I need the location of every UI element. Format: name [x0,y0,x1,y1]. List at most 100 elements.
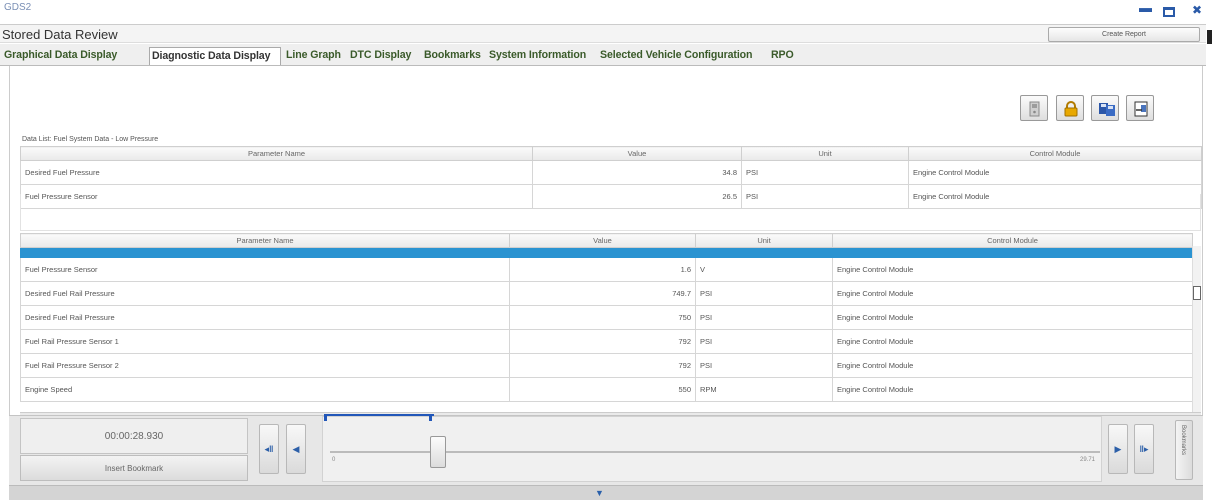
bottom-parameter-table: Parameter Name Value Unit Control Module… [20,233,1193,402]
cell-unit: PSI [695,281,833,306]
step-forward-icon: ▶ [1114,444,1122,454]
insert-bookmark-button[interactable]: Insert Bookmark [20,455,248,481]
cell-parameter [20,247,510,258]
table-row[interactable]: Fuel Rail Pressure Sensor 2 792 PSI Engi… [20,353,1193,378]
device-button[interactable] [1020,95,1048,121]
chevron-down-icon[interactable]: ▼ [595,488,604,498]
cell-module [832,247,1193,258]
cell-module: Engine Control Module [832,353,1193,378]
cell-parameter: Desired Fuel Rail Pressure [20,281,510,306]
cell-value: 792 [509,353,696,378]
cell-parameter: Fuel Rail Pressure Sensor 1 [20,329,510,354]
cell-unit: RPM [695,377,833,402]
page-title: Stored Data Review [2,27,118,42]
header-parameter-name[interactable]: Parameter Name [20,233,510,248]
tab-rpo[interactable]: RPO [769,47,794,65]
cell-module: Engine Control Module [832,329,1193,354]
tab-selected-vehicle-configuration[interactable]: Selected Vehicle Configuration [598,47,753,65]
cell-value: 34.8 [532,160,742,185]
maximize-icon[interactable] [1163,7,1175,17]
selected-table-row[interactable] [20,247,1193,258]
lock-icon [1064,101,1078,117]
playback-time: 00:00:28.930 [20,418,248,454]
scrollbar-thumb[interactable] [1193,286,1201,300]
slider-end-label: 29.71 [1080,457,1096,463]
header-parameter-name[interactable]: Parameter Name [20,146,533,161]
cell-value [509,247,696,258]
step-back-icon: ◀ [292,444,300,454]
cell-unit: PSI [695,353,833,378]
playback-slider-thumb[interactable] [430,436,446,468]
table-row[interactable]: Fuel Pressure Sensor 1.6 V Engine Contro… [20,257,1193,282]
cell-value: 749.7 [509,281,696,306]
step-back-button[interactable]: ◀ [286,424,306,474]
export-button[interactable] [1126,95,1154,121]
header-control-module[interactable]: Control Module [832,233,1193,248]
skip-end-icon: ‖▸ [1139,444,1149,454]
cell-value: 1.6 [509,257,696,282]
cell-unit: PSI [695,329,833,354]
tab-line-graph[interactable]: Line Graph [284,47,341,65]
cell-module: Engine Control Module [832,377,1193,402]
minimize-icon[interactable]: ▬ [1139,0,1152,15]
table-row[interactable]: Desired Fuel Pressure 34.8 PSI Engine Co… [20,160,1202,185]
tab-diagnostic-data-display[interactable]: Diagnostic Data Display [149,47,281,65]
cell-value: 550 [509,377,696,402]
header-value[interactable]: Value [509,233,696,248]
header-value[interactable]: Value [532,146,742,161]
cell-parameter: Desired Fuel Rail Pressure [20,305,510,330]
top-table-empty-area [20,194,1201,231]
bookmarks-side-button[interactable]: Bookmarks [1175,420,1193,480]
bookmarks-side-label: Bookmarks [1180,425,1186,456]
export-icon [1134,101,1148,117]
cell-unit: V [695,257,833,282]
tab-graphical-data-display[interactable]: Graphical Data Display [2,47,117,65]
cell-unit: PSI [741,160,909,185]
header-unit[interactable]: Unit [741,146,909,161]
cell-unit: PSI [695,305,833,330]
slider-start-label: 0 [332,457,336,463]
cell-value: 792 [509,329,696,354]
tab-bar: Graphical Data Display Diagnostic Data D… [0,44,1206,66]
cell-parameter: Desired Fuel Pressure [20,160,533,185]
table-row[interactable]: Fuel Rail Pressure Sensor 1 792 PSI Engi… [20,329,1193,354]
skip-start-icon: ◂‖ [264,444,274,454]
save-button[interactable] [1091,95,1119,121]
step-forward-button[interactable]: ▶ [1108,424,1128,474]
cell-parameter: Fuel Rail Pressure Sensor 2 [20,353,510,378]
table-header-row: Parameter Name Value Unit Control Module [20,233,1193,248]
bookmark-marker[interactable] [324,414,327,421]
vertical-scrollbar[interactable] [1192,246,1201,412]
create-report-button[interactable]: Create Report [1048,27,1200,42]
cell-parameter: Engine Speed [20,377,510,402]
footer-bar [9,485,1203,500]
cell-module: Engine Control Module [908,160,1202,185]
create-report-label: Create Report [1102,31,1146,38]
tab-dtc-display[interactable]: DTC Display [348,47,411,65]
insert-bookmark-label: Insert Bookmark [104,464,164,473]
app-name: GDS2 [4,2,32,13]
tab-system-information[interactable]: System Information [487,47,586,65]
tab-bookmarks[interactable]: Bookmarks [422,47,481,65]
table-row[interactable]: Engine Speed 550 RPM Engine Control Modu… [20,377,1193,402]
bookmark-marker[interactable] [429,414,432,421]
window-titlebar: GDS2 ▬ ✖ [0,0,1212,24]
save-icon [1099,103,1115,116]
skip-to-start-button[interactable]: ◂‖ [259,424,279,474]
lock-button[interactable] [1056,95,1084,121]
cell-module: Engine Control Module [832,257,1193,282]
header-unit[interactable]: Unit [695,233,833,248]
table-row[interactable]: Desired Fuel Rail Pressure 749.7 PSI Eng… [20,281,1193,306]
cell-value: 750 [509,305,696,330]
page-header: Stored Data Review Create Report [0,24,1206,43]
device-icon [1029,101,1040,117]
table-row[interactable]: Desired Fuel Rail Pressure 750 PSI Engin… [20,305,1193,330]
cell-unit [695,247,833,258]
cell-module: Engine Control Module [832,305,1193,330]
bookmark-range-bar [324,414,434,416]
window-edge [1207,30,1212,44]
header-control-module[interactable]: Control Module [908,146,1202,161]
skip-to-end-button[interactable]: ‖▸ [1134,424,1154,474]
cell-parameter: Fuel Pressure Sensor [20,257,510,282]
close-icon[interactable]: ✖ [1192,3,1202,17]
